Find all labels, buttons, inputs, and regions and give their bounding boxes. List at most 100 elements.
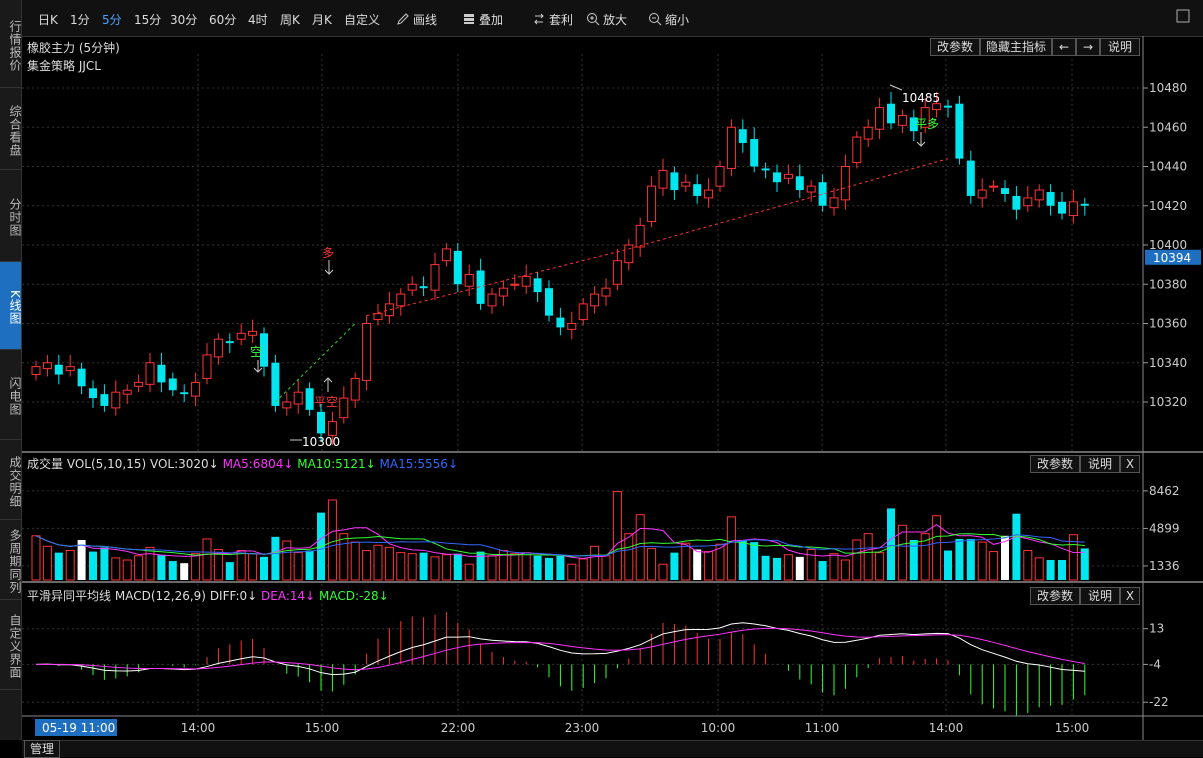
period-3[interactable]: 15分	[134, 11, 161, 28]
candle-body	[1058, 201, 1066, 214]
current-price-label: 10394	[1153, 251, 1191, 265]
volume-bar	[419, 552, 428, 580]
candle-body	[487, 293, 497, 307]
nav-item-5[interactable]: 成交明细	[0, 440, 22, 520]
volume-bar	[578, 558, 588, 581]
nav-item-0[interactable]: 行情报价	[0, 0, 22, 88]
period-9[interactable]: 自定义	[344, 11, 380, 28]
candle-body	[818, 182, 827, 206]
macd-legend: 平滑异同平均线 MACD(12,26,9) DIFF:0↓ DEA:14↓ MA…	[27, 587, 389, 604]
volume-bar	[453, 553, 462, 580]
time-axis-label: 22:00	[441, 721, 476, 735]
candle-body	[498, 287, 508, 297]
arrow-left-icon[interactable]: ←	[1052, 38, 1076, 56]
macd-tick-label: -22	[1149, 695, 1169, 709]
macd-params-button[interactable]: 改参数	[1030, 587, 1080, 605]
period-1[interactable]: 1分	[70, 11, 90, 28]
candle-body	[122, 389, 132, 395]
period-4[interactable]: 30分	[170, 11, 197, 28]
volume-bar	[989, 551, 999, 581]
candle-body	[635, 224, 645, 248]
candle-body	[180, 392, 189, 395]
candle-body	[738, 129, 747, 143]
period-0[interactable]: 日K	[38, 11, 58, 28]
candle-body	[89, 388, 97, 399]
nav-item-4[interactable]: 闪电图	[0, 350, 22, 440]
time-axis-label: 14:00	[929, 721, 964, 735]
nav-item-2[interactable]: 分时图	[0, 170, 22, 262]
macd-close-icon[interactable]: X	[1120, 587, 1140, 605]
time-axis-label: 14:00	[181, 721, 216, 735]
candle-body	[419, 286, 428, 289]
volume-bar	[373, 544, 383, 581]
main-params-button[interactable]: 改参数	[930, 38, 980, 56]
tool-stack-button[interactable]: 叠加	[462, 11, 503, 28]
signal-close-long-label: 平多	[915, 117, 939, 131]
period-7[interactable]: 周K	[280, 11, 300, 28]
candle-body	[989, 185, 999, 188]
price-tick-label: 10460	[1149, 120, 1187, 134]
volume-bar	[191, 553, 201, 581]
manage-button[interactable]: 管理	[24, 740, 60, 758]
volume-bar	[510, 553, 520, 581]
zoom-in-icon	[587, 13, 600, 26]
volume-bar	[738, 540, 747, 580]
candle-body	[453, 250, 462, 285]
volume-bar	[932, 515, 942, 581]
volume-bar	[464, 563, 474, 581]
candle-body	[373, 313, 383, 321]
nav-item-3[interactable]: K线图	[0, 262, 22, 350]
volume-bar	[54, 552, 63, 580]
volume-bar	[1012, 513, 1021, 580]
toolbar: 日K 1分 5分 15分 30分 60分 4时 周K 月K 自定义 画线 叠加 套利 放大 缩小	[22, 0, 1203, 37]
period-8[interactable]: 月K	[312, 11, 332, 28]
macd-help-button[interactable]: 说明	[1080, 587, 1120, 605]
volume-params-button[interactable]: 改参数	[1030, 455, 1080, 473]
candle-body	[157, 364, 166, 383]
candle-body	[430, 264, 440, 291]
volume-tick-label: 4899	[1149, 521, 1180, 535]
volume-bar	[521, 552, 531, 581]
volume-bar	[977, 541, 987, 581]
signal-close-short-label: 平空	[314, 395, 338, 409]
volume-bar	[567, 563, 577, 581]
candle-body	[852, 136, 862, 164]
candle-body	[840, 166, 850, 201]
current-time-label: 05-19 11:00	[42, 721, 115, 735]
hide-main-indicator-button[interactable]: 隐藏主指标	[980, 38, 1052, 56]
volume-close-icon[interactable]: X	[1120, 455, 1140, 473]
volume-bar	[658, 563, 668, 581]
macd-diff: DIFF:0↓	[209, 589, 258, 603]
candle-body	[556, 317, 565, 328]
period-2[interactable]: 5分	[102, 11, 122, 28]
volume-help-button[interactable]: 说明	[1080, 455, 1120, 473]
period-6[interactable]: 4时	[248, 11, 268, 28]
candle-body	[236, 332, 246, 340]
candle-body	[407, 283, 417, 291]
nav-item-6[interactable]: 多周期同列	[0, 520, 22, 600]
window-maximize-icon[interactable]	[1176, 9, 1190, 26]
tool-pencil-button[interactable]: 画线	[396, 11, 437, 28]
volume-bar	[111, 557, 121, 581]
volume-bar	[487, 555, 497, 581]
volume-bar	[305, 550, 314, 580]
volume-bar	[407, 553, 417, 581]
volume-bar	[966, 538, 975, 580]
chart-area: 1048010460104401042010400103801036010340…	[22, 36, 1203, 740]
arrow-right-icon[interactable]: →	[1076, 38, 1100, 56]
nav-item-1[interactable]: 综合看盘	[0, 88, 22, 170]
main-help-button[interactable]: 说明	[1100, 38, 1140, 56]
macd-dea-line	[35, 627, 1085, 671]
tool-arbitrage-button[interactable]: 套利	[532, 11, 573, 28]
candle-body	[545, 288, 553, 316]
candle-body	[944, 105, 952, 108]
period-5[interactable]: 60分	[209, 11, 236, 28]
volume-bar	[145, 546, 155, 581]
tool-zoom-in-button[interactable]: 放大	[586, 11, 627, 28]
nav-item-7[interactable]: 自定义界面	[0, 600, 22, 690]
volume-bar	[362, 550, 372, 581]
candle-body	[783, 173, 793, 179]
candle-body	[510, 283, 520, 286]
candle-body	[271, 362, 280, 406]
tool-zoom-out-button[interactable]: 缩小	[648, 11, 689, 28]
